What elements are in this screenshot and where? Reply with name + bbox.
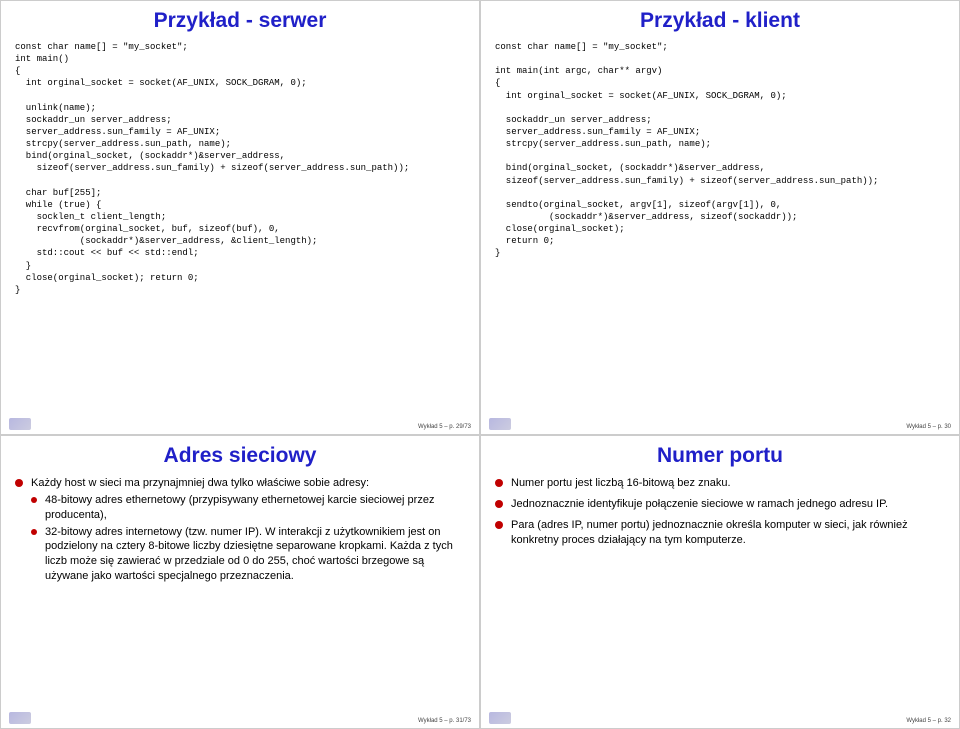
page-number: Wykład 5 – p. 29/73 <box>418 424 471 430</box>
slide-network-address: Adres sieciowy Każdy host w sieci ma prz… <box>0 435 480 729</box>
slide-content: Numer portu jest liczbą 16-bitową bez zn… <box>495 476 945 553</box>
page-number: Wykład 5 – p. 30 <box>906 424 951 430</box>
bullet-item: Para (adres IP, numer portu) jednoznaczn… <box>495 518 945 548</box>
slide-title: Adres sieciowy <box>15 444 465 468</box>
slide-title: Przykład - serwer <box>15 9 465 33</box>
slide-client-example: Przykład - klient const char name[] = "m… <box>480 0 960 435</box>
slide-footer: Wykład 5 – p. 31/73 <box>9 712 471 724</box>
code-block-client: const char name[] = "my_socket"; int mai… <box>495 41 945 260</box>
slide-server-example: Przykład - serwer const char name[] = "m… <box>0 0 480 435</box>
slide-content: Każdy host w sieci ma przynajmniej dwa t… <box>15 476 465 590</box>
sub-bullet-item: 48-bitowy adres ethernetowy (przypisywan… <box>31 493 465 523</box>
slide-footer: Wykład 5 – p. 29/73 <box>9 418 471 430</box>
page-number: Wykład 5 – p. 31/73 <box>418 718 471 724</box>
page-number: Wykład 5 – p. 32 <box>906 718 951 724</box>
slide-port-number: Numer portu Numer portu jest liczbą 16-b… <box>480 435 960 729</box>
bullet-item: Każdy host w sieci ma przynajmniej dwa t… <box>15 476 465 584</box>
slide-title: Przykład - klient <box>495 9 945 33</box>
bullet-text: Każdy host w sieci ma przynajmniej dwa t… <box>31 477 369 489</box>
slide-footer: Wykład 5 – p. 32 <box>489 712 951 724</box>
logo-icon <box>489 712 511 724</box>
code-block-server: const char name[] = "my_socket"; int mai… <box>15 41 465 296</box>
logo-icon <box>9 712 31 724</box>
slide-footer: Wykład 5 – p. 30 <box>489 418 951 430</box>
slide-title: Numer portu <box>495 444 945 468</box>
logo-icon <box>9 418 31 430</box>
logo-icon <box>489 418 511 430</box>
bullet-item: Jednoznacznie identyfikuje połączenie si… <box>495 497 945 512</box>
sub-bullet-item: 32-bitowy adres internetowy (tzw. numer … <box>31 525 465 584</box>
bullet-item: Numer portu jest liczbą 16-bitową bez zn… <box>495 476 945 491</box>
